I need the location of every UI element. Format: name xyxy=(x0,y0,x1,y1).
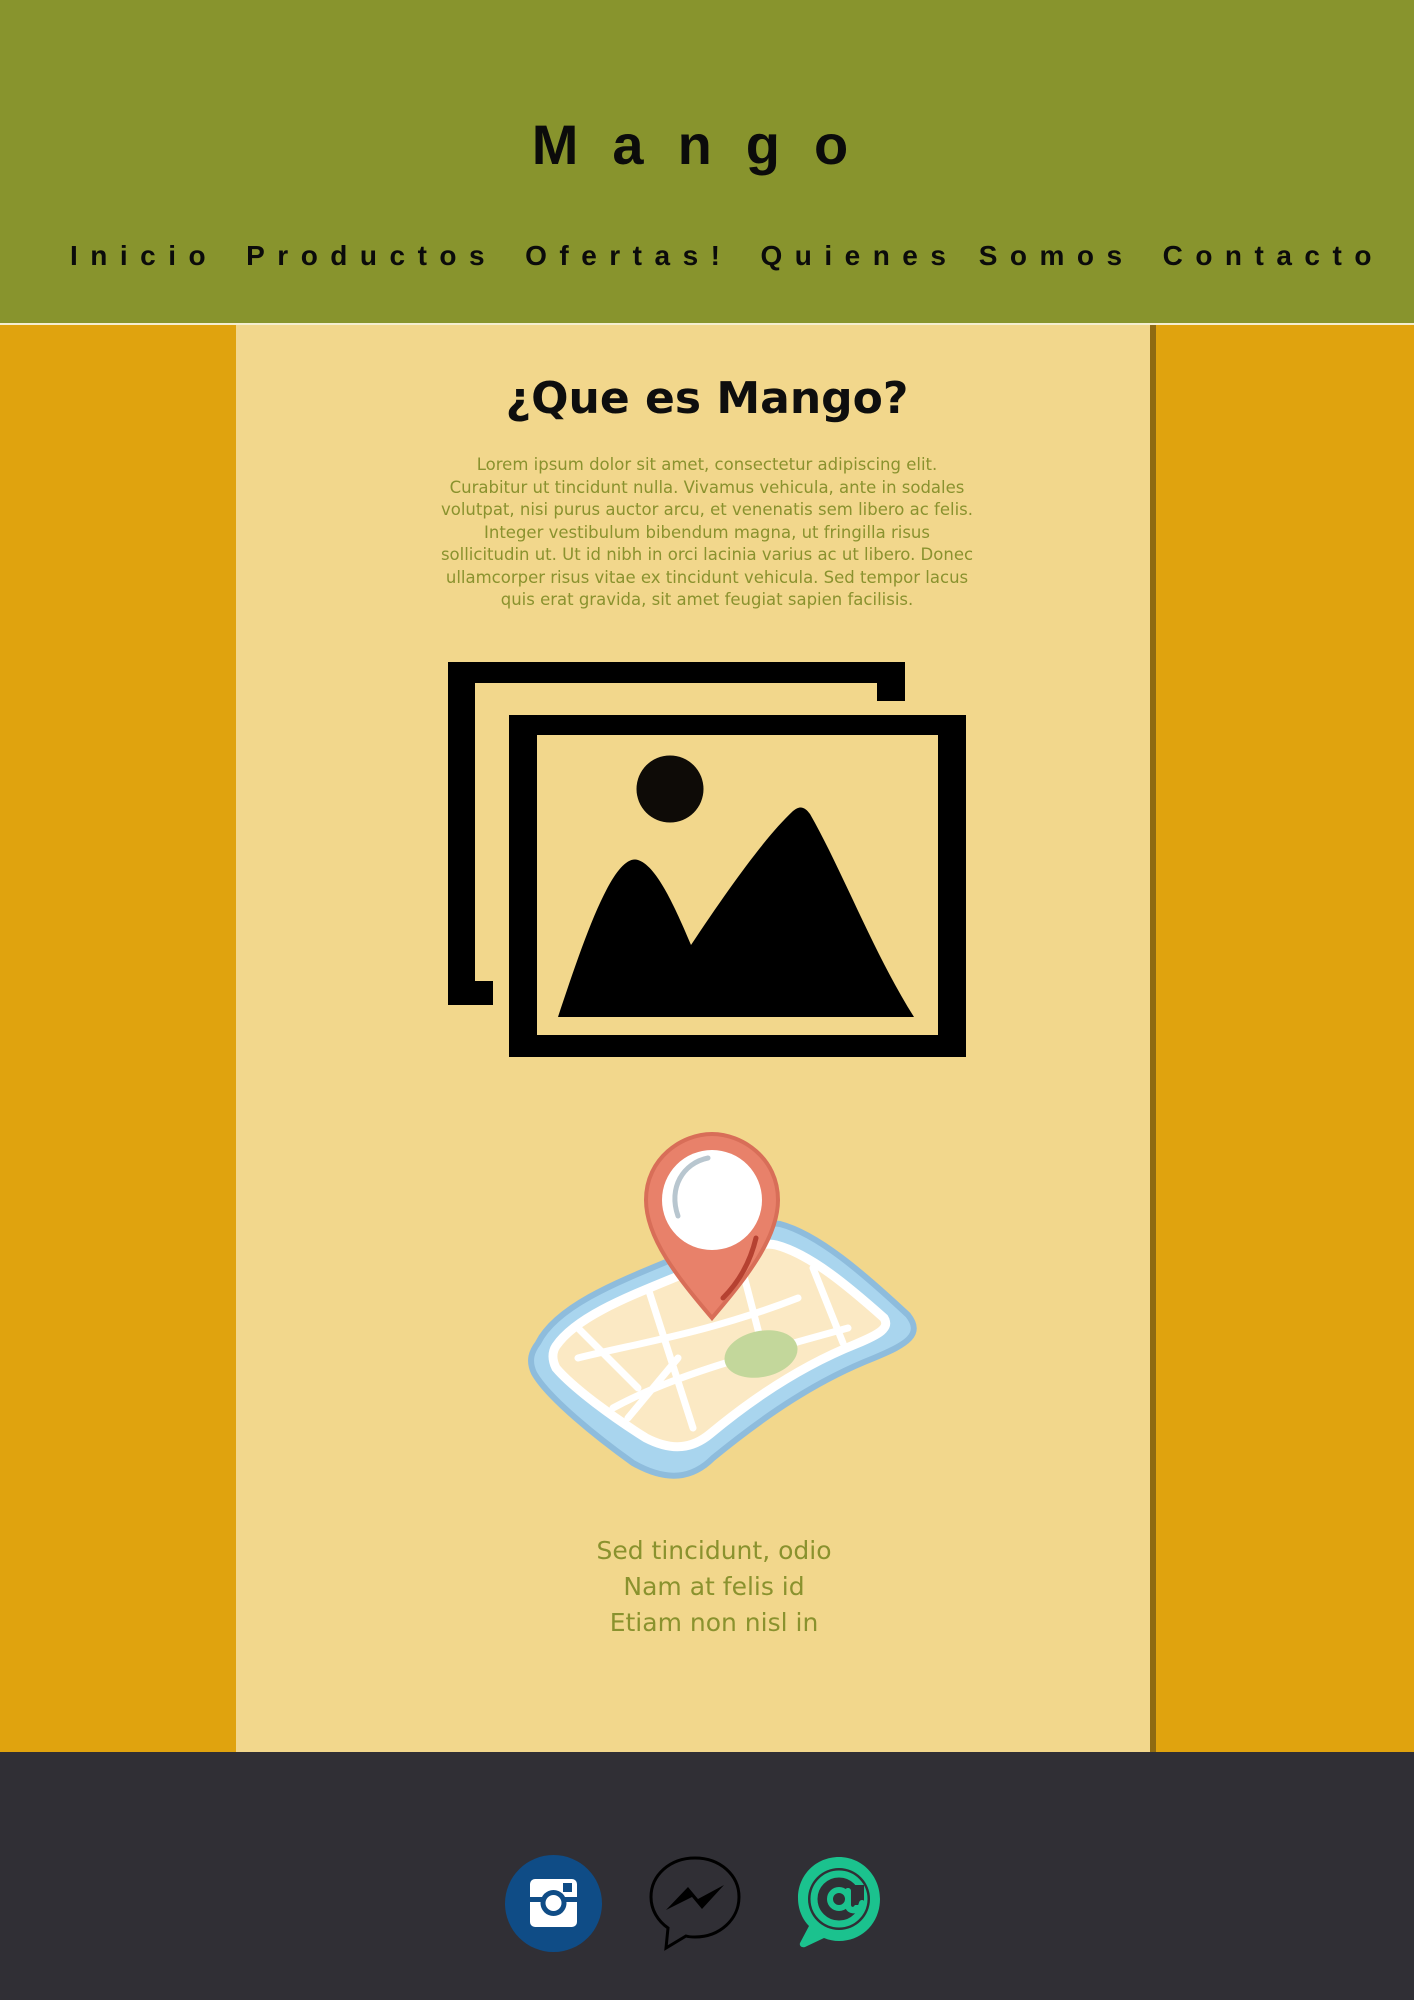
instagram-icon[interactable] xyxy=(505,1855,602,1952)
tagline-line: Nam at felis id xyxy=(623,1572,805,1601)
tagline-line: Sed tincidunt, odio xyxy=(596,1536,832,1565)
nav-item-ofertas[interactable]: Ofertas! xyxy=(525,240,732,272)
nav-item-productos[interactable]: Productos xyxy=(246,240,497,272)
site-header: Mango Inicio Productos Ofertas! Quienes … xyxy=(0,0,1414,325)
image-gallery-icon xyxy=(448,662,966,1057)
description-text: Lorem ipsum dolor sit amet, consectetur … xyxy=(440,455,974,609)
nav-item-quienes-somos[interactable]: Quienes Somos xyxy=(760,240,1134,272)
nav-item-inicio[interactable]: Inicio xyxy=(70,240,218,272)
map-location-image xyxy=(528,1131,917,1479)
tagline-line: Etiam non nisl in xyxy=(609,1608,819,1637)
chat-at-icon[interactable] xyxy=(796,1855,882,1949)
nav-item-contacto[interactable]: Contacto xyxy=(1163,240,1384,272)
tagline-list: Sed tincidunt, odio Nam at felis id Etia… xyxy=(0,1533,1414,1641)
messenger-icon[interactable] xyxy=(648,1855,742,1952)
main-nav: Inicio Productos Ofertas! Quienes Somos … xyxy=(70,240,1384,272)
brand-title: Mango xyxy=(531,113,883,176)
page-title: ¿Que es Mango? xyxy=(505,373,909,424)
